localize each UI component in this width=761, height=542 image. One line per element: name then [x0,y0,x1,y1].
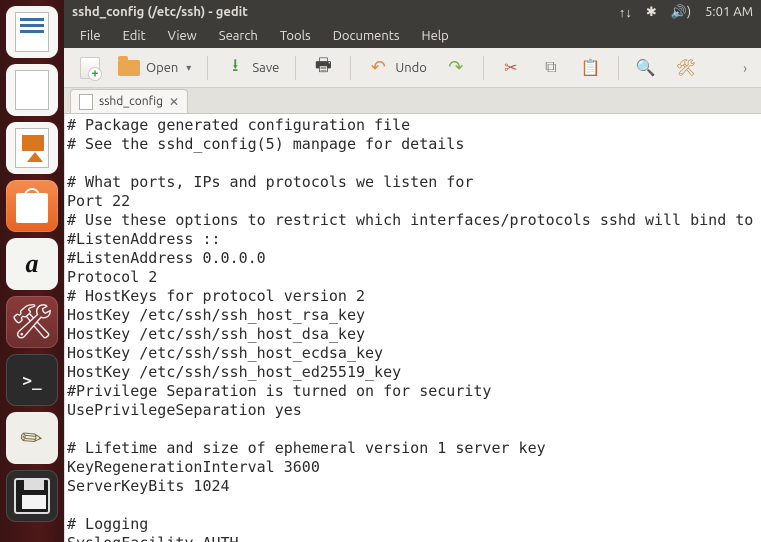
save-button-label: Save [252,61,279,75]
terminal-icon: >_ [16,365,47,396]
network-icon[interactable]: ↑↓ [619,5,632,20]
clock-time[interactable]: 5:01 AM [705,5,753,19]
document-icon [79,94,93,110]
status-area: ↑↓ ✱ 🔊) 5:01 AM [619,5,753,20]
launcher-impress[interactable] [6,122,58,174]
window-title: sshd_config (/etc/ssh) - gedit [72,5,248,19]
find-icon: 🔍 [635,57,657,79]
launcher-terminal[interactable]: >_ [6,354,58,406]
toolbar-separator [618,56,619,80]
menu-tools[interactable]: Tools [270,26,321,46]
calc-icon [15,70,49,110]
open-dropdown-caret[interactable]: ▾ [186,62,191,74]
save-icon: ⭳ [224,57,246,79]
floppy-icon [14,478,50,514]
save-button[interactable]: ⭳ Save [218,53,285,83]
redo-icon: ↷ [445,57,467,79]
menu-search[interactable]: Search [209,26,268,46]
launcher-amazon[interactable]: a [6,238,58,290]
document-tab[interactable]: sshd_config ✕ [70,89,188,113]
menu-help[interactable]: Help [412,26,459,46]
app-menu: File Edit View Search Tools Documents He… [64,24,761,48]
launcher-calc[interactable] [6,64,58,116]
find-replace-button[interactable]: 🛠 [669,53,703,83]
wrench-screwdriver-icon: 🛠 [10,302,53,342]
tab-filename: sshd_config [99,95,163,108]
print-icon: 🖶 [312,57,334,79]
undo-button[interactable]: ↶ Undo [361,53,433,83]
launcher-floppy[interactable] [6,470,58,522]
open-button-label: Open [146,61,178,75]
undo-icon: ↶ [367,57,389,79]
copy-button[interactable]: ⧉ [534,53,568,83]
redo-button[interactable]: ↷ [439,53,473,83]
cut-button[interactable]: ✂ [494,53,528,83]
print-button[interactable]: 🖶 [306,53,340,83]
toolbar-overflow[interactable]: › [739,60,751,76]
toolbar-separator [483,56,484,80]
menu-documents[interactable]: Documents [323,26,410,46]
toolbar-separator [207,56,208,80]
sound-icon[interactable]: 🔊) [671,5,691,20]
launcher-writer[interactable] [6,6,58,58]
paste-button[interactable]: 📋 [574,53,608,83]
workspace: sshd_config (/etc/ssh) - gedit ↑↓ ✱ 🔊) 5… [64,0,761,542]
unity-launcher: a 🛠 >_ ✎ [0,0,64,542]
tab-close-icon[interactable]: ✕ [169,95,179,109]
menubar: sshd_config (/etc/ssh) - gedit ↑↓ ✱ 🔊) 5… [64,0,761,48]
launcher-settings[interactable]: 🛠 [6,296,58,348]
bluetooth-icon[interactable]: ✱ [646,5,657,20]
amazon-icon: a [26,249,39,279]
open-button[interactable]: Open ▾ [112,56,197,80]
copy-icon: ⧉ [540,57,562,79]
writer-icon [15,12,49,52]
impress-icon [15,128,49,168]
find-replace-icon: 🛠 [675,57,697,79]
text-editor-icon: ✎ [14,419,51,457]
shopping-bag-icon [16,193,48,223]
toolbar: Open ▾ ⭳ Save 🖶 ↶ Undo ↷ ✂ ⧉ 📋 [64,48,761,88]
find-button[interactable]: 🔍 [629,53,663,83]
paste-icon: 📋 [580,57,602,79]
tabstrip: sshd_config ✕ [64,88,761,114]
editor-textarea[interactable]: # Package generated configuration file #… [64,114,761,542]
cut-icon: ✂ [500,57,522,79]
folder-open-icon [118,60,140,76]
toolbar-separator [295,56,296,80]
menu-file[interactable]: File [70,26,111,46]
launcher-software-center[interactable] [6,180,58,232]
launcher-text-editor[interactable]: ✎ [6,412,58,464]
menu-edit[interactable]: Edit [113,26,156,46]
undo-button-label: Undo [395,61,427,75]
new-document-icon [80,57,100,79]
new-document-button[interactable] [74,53,106,83]
toolbar-separator [350,56,351,80]
menu-view[interactable]: View [158,26,207,46]
